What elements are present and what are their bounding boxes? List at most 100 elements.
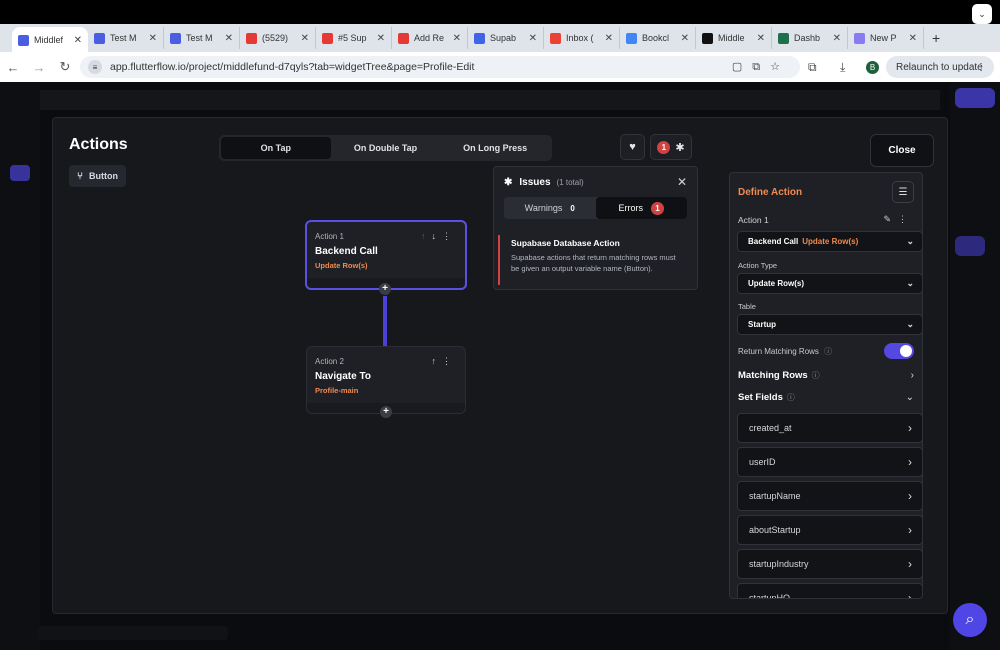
tab-search-chevron-icon[interactable]: ⌄ [972,4,992,24]
browser-tab[interactable]: Supab ✕ [468,27,544,49]
issue-item[interactable]: Supabase Database Action Supabase action… [498,235,694,285]
more-vert-icon[interactable]: ⋮ [442,231,457,241]
new-tab-button[interactable]: + [932,30,940,46]
download-icon[interactable]: ⤓ [840,60,845,75]
set-field-row[interactable]: startupIndustry › [737,549,922,579]
forward-arrow-icon[interactable]: → [26,60,52,75]
browser-tab[interactable]: Add Re ✕ [392,27,468,49]
close-tab-icon[interactable]: ✕ [605,33,613,44]
set-field-row[interactable]: aboutStartup › [737,515,922,545]
action-card-tools: ↑⋮ [432,356,458,367]
action-card-1[interactable]: Action 1 Backend Call Update Row(s) ↑↓⋮ [305,220,467,290]
action-type-select[interactable]: Update Row(s) ⌄ [737,273,922,294]
close-tab-icon[interactable]: ✕ [74,35,82,46]
browser-tab[interactable]: Test M ✕ [164,27,240,49]
close-tab-icon[interactable]: ✕ [757,33,765,44]
matching-rows-section[interactable]: Matching Rows ⓘ [738,370,820,381]
tab-on-double-tap[interactable]: On Double Tap [331,137,441,159]
chevron-down-icon[interactable]: ⌄ [906,392,914,403]
action-number: Action 1 [315,232,344,241]
return-matching-rows-label: Return Matching Rows ⓘ [738,346,832,357]
action-card-tools: ↑↓⋮ [421,231,457,242]
return-matching-rows-toggle[interactable] [884,343,914,359]
action-type-label: Action Type [738,261,778,270]
address-bar[interactable]: ≡ app.flutterflow.io/project/middlefund-… [80,56,800,78]
close-tab-icon[interactable]: ✕ [833,33,841,44]
browser-tab[interactable]: #5 Sup ✕ [316,27,392,49]
action-tools: ✎⋮ [883,214,914,225]
browser-tab[interactable]: Middle ✕ [696,27,772,49]
close-tab-icon[interactable]: ✕ [377,33,385,44]
widget-chip[interactable]: ⑂ Button [69,165,126,187]
browser-tab[interactable]: New P ✕ [848,27,924,49]
reload-icon[interactable]: ↻ [52,59,78,75]
browser-tab[interactable]: Middlef ✕ [12,27,88,53]
set-fields-section[interactable]: Set Fields ⓘ [738,392,795,403]
address-bar-actions[interactable]: ▢⧉☆ [732,60,790,74]
set-field-row[interactable]: startupName › [737,481,922,511]
browser-tab[interactable]: (5529) ✕ [240,27,316,49]
search-icon: ⌕ [965,611,975,628]
debug-errors-button[interactable]: 1 ✱ [650,134,692,160]
ai-actions-button[interactable]: ♥ [620,134,645,160]
add-action-button[interactable]: + [380,406,392,418]
tab-errors[interactable]: Errors 1 [595,197,687,219]
issues-total: (1 total) [556,178,584,187]
set-field-row[interactable]: userID › [737,447,922,477]
close-button[interactable]: Close [870,134,934,167]
add-action-button[interactable]: + [379,283,391,295]
action-library-icon[interactable]: ☰ [892,181,914,203]
supabase-icon [474,32,485,44]
action-value-detail: Update Row(s) [802,237,859,246]
move-down-icon[interactable]: ↓ [432,231,443,241]
tab-title: (5529) [262,33,289,43]
chevron-right-icon: › [908,557,912,571]
chevron-right-icon[interactable]: › [911,370,914,381]
move-up-icon[interactable]: ↑ [421,231,432,241]
close-tab-icon[interactable]: ✕ [301,33,309,44]
action-card-2[interactable]: Action 2 Navigate To Profile-main ↑⋮ [306,346,466,414]
back-arrow-icon[interactable]: ← [0,60,26,75]
chevron-right-icon: › [908,523,912,537]
search-fab-button[interactable]: ⌕ [953,603,987,637]
table-select[interactable]: Startup ⌄ [737,314,922,335]
close-tab-icon[interactable]: ✕ [149,33,157,44]
more-vert-icon[interactable]: ⋮ [442,356,457,366]
tab-on-tap[interactable]: On Tap [221,137,331,159]
chevron-down-icon: ⌄ [906,278,914,288]
issue-title: Supabase Database Action [511,238,620,248]
return-matching-rows-text: Return Matching Rows [738,347,819,356]
tab-title: #5 Sup [338,33,367,43]
warning-count: 0 [570,203,575,213]
browser-tab[interactable]: Bookcl ✕ [620,27,696,49]
extensions-icon[interactable]: ⧉ [808,60,817,75]
close-icon[interactable]: ✕ [677,175,687,189]
tab-warnings[interactable]: Warnings 0 [504,197,596,219]
action-select[interactable]: Backend Call Update Row(s) ⌄ [737,231,922,252]
set-field-row[interactable]: startupHQ › [737,583,922,598]
browser-tab[interactable]: Dashb ✕ [772,27,848,49]
site-info-icon[interactable]: ≡ [88,60,102,74]
error-count-badge: 1 [651,201,664,215]
trigger-selector: On Tap On Double Tap On Long Press [219,135,552,161]
browser-tab[interactable]: Test M ✕ [88,27,164,49]
flutterflow-icon [18,34,29,46]
relaunch-to-update-button[interactable]: Relaunch to update ⋮ [886,56,994,78]
background-footer [38,626,228,640]
table-label: Table [738,302,756,311]
action-name: Backend Call [315,246,378,257]
modal-title: Actions [69,136,128,153]
profile-avatar[interactable]: B [866,61,879,74]
browser-tab[interactable]: Inbox (✕ [544,27,620,49]
close-tab-icon[interactable]: ✕ [225,33,233,44]
close-tab-icon[interactable]: ✕ [529,33,537,44]
edit-icon[interactable]: ✎ [883,214,898,224]
tab-on-long-press[interactable]: On Long Press [440,137,550,159]
move-up-icon[interactable]: ↑ [432,356,443,366]
set-field-row[interactable]: created_at › [737,413,922,443]
close-tab-icon[interactable]: ✕ [909,33,917,44]
more-vert-icon[interactable]: ⋮ [898,214,914,224]
background-nav-item [10,165,30,181]
close-tab-icon[interactable]: ✕ [453,33,461,44]
close-tab-icon[interactable]: ✕ [681,33,689,44]
